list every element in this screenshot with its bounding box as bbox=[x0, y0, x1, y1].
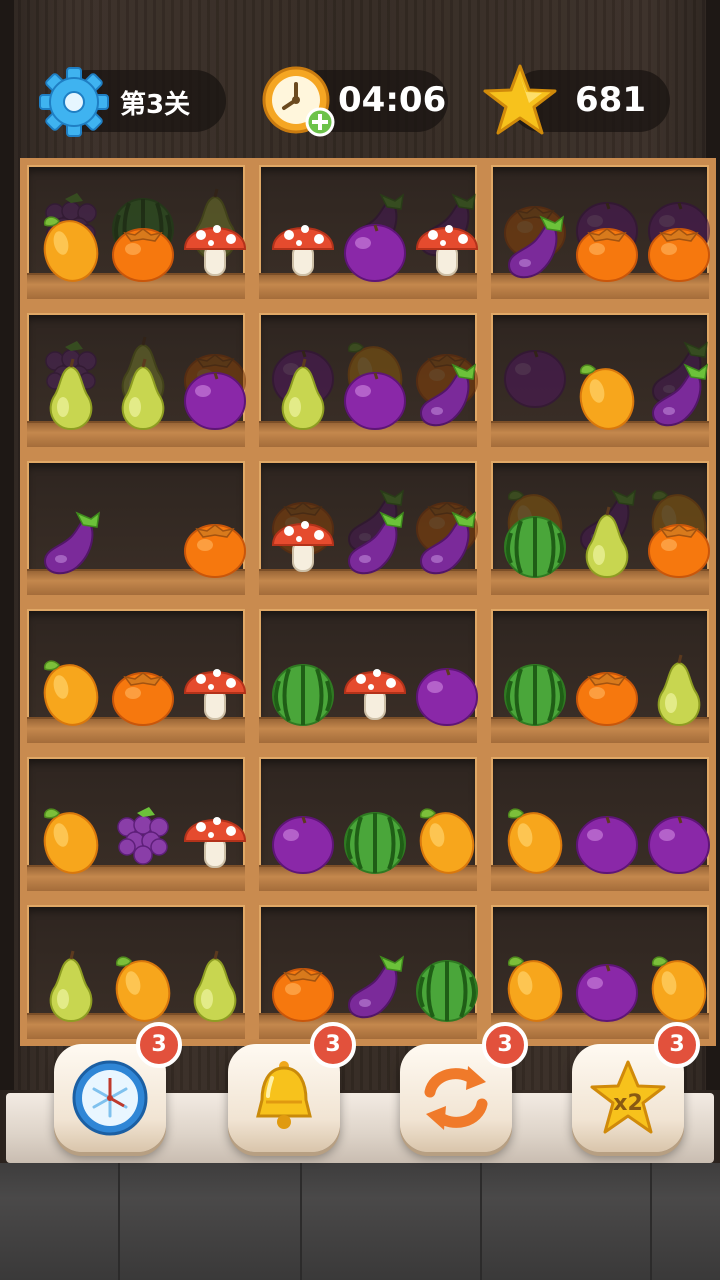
star-icon bbox=[483, 64, 557, 135]
persimmon-icon[interactable] bbox=[645, 207, 713, 283]
plum-icon[interactable] bbox=[645, 799, 713, 875]
plum-icon bbox=[501, 333, 569, 409]
mango-icon[interactable] bbox=[109, 947, 177, 1023]
grape-icon[interactable] bbox=[109, 799, 177, 875]
plum-icon[interactable] bbox=[573, 799, 641, 875]
watermelon-icon[interactable] bbox=[501, 651, 569, 727]
shelf-cell bbox=[484, 602, 716, 750]
bell-count-badge: 3 bbox=[310, 1022, 356, 1068]
score-display: 681 bbox=[575, 80, 646, 120]
plum-icon[interactable] bbox=[413, 651, 481, 727]
mango-icon[interactable] bbox=[645, 947, 713, 1023]
mango-icon[interactable] bbox=[37, 651, 105, 727]
freeze-clock-icon bbox=[72, 1060, 148, 1136]
eggplant-icon[interactable] bbox=[501, 207, 569, 283]
watermelon-icon[interactable] bbox=[413, 947, 481, 1023]
pear-icon[interactable] bbox=[109, 355, 177, 431]
watermelon-icon[interactable] bbox=[269, 651, 337, 727]
bell-icon bbox=[256, 1061, 312, 1129]
watermelon-icon[interactable] bbox=[501, 503, 569, 579]
persimmon-icon[interactable] bbox=[645, 503, 713, 579]
plum-icon[interactable] bbox=[269, 799, 337, 875]
wall-edge-left bbox=[0, 0, 14, 1090]
pear-icon[interactable] bbox=[37, 355, 105, 431]
eggplant-icon[interactable] bbox=[413, 503, 481, 579]
watermelon-icon[interactable] bbox=[341, 799, 409, 875]
pear-icon[interactable] bbox=[37, 947, 105, 1023]
floor-seam bbox=[650, 1163, 652, 1280]
pear-icon[interactable] bbox=[645, 651, 713, 727]
mushroom-icon[interactable] bbox=[269, 207, 337, 283]
pear-icon[interactable] bbox=[269, 355, 337, 431]
mushroom-icon[interactable] bbox=[341, 651, 409, 727]
clock-add-time-icon[interactable] bbox=[262, 64, 336, 138]
pear-icon[interactable] bbox=[573, 503, 641, 579]
eggplant-icon[interactable] bbox=[341, 947, 409, 1023]
eggplant-icon[interactable] bbox=[413, 355, 481, 431]
persimmon-icon[interactable] bbox=[573, 651, 641, 727]
persimmon-icon[interactable] bbox=[109, 651, 177, 727]
persimmon-icon[interactable] bbox=[181, 503, 249, 579]
plum-icon[interactable] bbox=[573, 947, 641, 1023]
eggplant-icon[interactable] bbox=[645, 355, 713, 431]
shelf-cell bbox=[20, 898, 252, 1046]
mango-icon[interactable] bbox=[501, 799, 569, 875]
mushroom-icon[interactable] bbox=[181, 651, 249, 727]
pear-icon[interactable] bbox=[181, 947, 249, 1023]
persimmon-icon[interactable] bbox=[109, 207, 177, 283]
mushroom-icon[interactable] bbox=[269, 503, 337, 579]
floor bbox=[0, 1163, 720, 1280]
plum-icon[interactable] bbox=[341, 355, 409, 431]
floor-seam bbox=[118, 1163, 120, 1280]
shelf-grid bbox=[20, 158, 716, 1046]
timer-display: 04:06 bbox=[338, 80, 447, 120]
shelf-cell bbox=[252, 750, 484, 898]
mango-icon[interactable] bbox=[573, 355, 641, 431]
mango-icon[interactable] bbox=[37, 207, 105, 283]
level-label: 第3关 bbox=[120, 90, 191, 120]
shelf-cell bbox=[20, 454, 252, 602]
shelf-cell bbox=[484, 454, 716, 602]
floor-seam bbox=[480, 1163, 482, 1280]
persimmon-icon[interactable] bbox=[269, 947, 337, 1023]
mushroom-icon[interactable] bbox=[181, 799, 249, 875]
shuffle-count-badge: 3 bbox=[482, 1022, 528, 1068]
gear-icon[interactable] bbox=[38, 66, 110, 138]
shuffle-icon bbox=[424, 1066, 488, 1130]
mango-icon[interactable] bbox=[501, 947, 569, 1023]
shelf-cell bbox=[484, 306, 716, 454]
x2-label: x2 bbox=[613, 1091, 643, 1116]
star-x2-icon: x2 bbox=[590, 1060, 666, 1134]
mushroom-icon[interactable] bbox=[413, 207, 481, 283]
shelf-cell bbox=[20, 306, 252, 454]
plum-icon[interactable] bbox=[341, 207, 409, 283]
shelf-cell bbox=[252, 898, 484, 1046]
shelf-cell bbox=[484, 158, 716, 306]
shelf-cell bbox=[20, 158, 252, 306]
mushroom-icon[interactable] bbox=[181, 207, 249, 283]
shelf-cell bbox=[20, 602, 252, 750]
mango-icon[interactable] bbox=[413, 799, 481, 875]
shelf-cell bbox=[252, 602, 484, 750]
star-multiplier-count-badge: 3 bbox=[654, 1022, 700, 1068]
shelf-cell bbox=[484, 750, 716, 898]
persimmon-icon[interactable] bbox=[573, 207, 641, 283]
shelf-cell bbox=[252, 454, 484, 602]
shelf-cell bbox=[252, 158, 484, 306]
floor-seam bbox=[300, 1163, 302, 1280]
eggplant-icon[interactable] bbox=[341, 503, 409, 579]
plum-icon[interactable] bbox=[181, 355, 249, 431]
mango-icon[interactable] bbox=[37, 799, 105, 875]
freeze-count-badge: 3 bbox=[136, 1022, 182, 1068]
shelf-cell bbox=[20, 750, 252, 898]
eggplant-icon[interactable] bbox=[37, 503, 105, 579]
shelf-cell bbox=[252, 306, 484, 454]
